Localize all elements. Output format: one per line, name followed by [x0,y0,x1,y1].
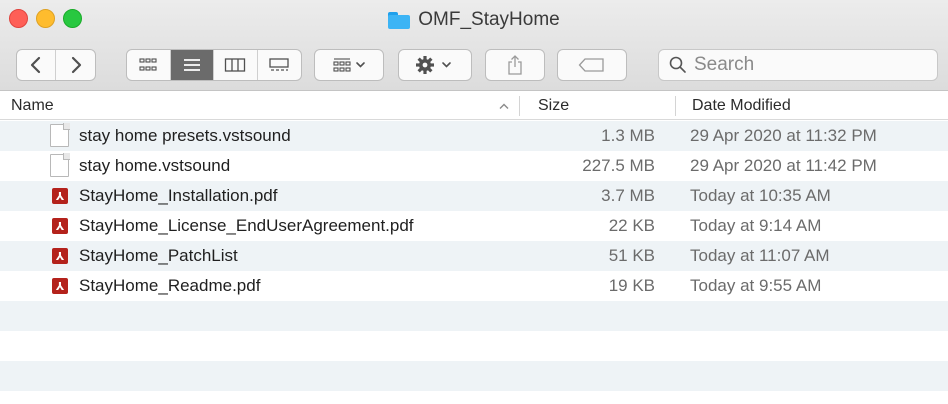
list-view-button[interactable] [170,50,214,80]
file-size: 3.7 MB [601,186,655,205]
document-icon [50,123,70,147]
search-icon [669,56,686,73]
file-size: 22 KB [608,216,655,235]
finder-window: OMF_StayHome Search Name Size Date Modif… [0,0,948,404]
size-column-label: Size [538,97,570,114]
file-row[interactable]: stay home.vstsound 227.5 MB 29 Apr 2020 … [0,151,948,181]
file-name: StayHome_Installation.pdf [79,186,278,205]
empty-row [0,331,948,361]
name-column-label: Name [11,97,54,114]
forward-button[interactable] [56,50,95,80]
name-column-header[interactable]: Name [11,92,54,120]
file-size: 1.3 MB [601,126,655,145]
pdf-icon: ⅄ [50,214,68,234]
columns-icon [225,58,246,72]
file-date: Today at 9:14 AM [690,216,822,235]
group-by-button[interactable] [314,49,384,81]
file-name: StayHome_Readme.pdf [79,276,261,295]
pdf-icon: ⅄ [50,274,68,294]
folder-icon [388,11,411,29]
gallery-icon [269,58,289,71]
group-by-icon [333,58,365,72]
grid-icon [139,58,157,71]
back-button[interactable] [17,50,57,80]
size-column-header[interactable]: Size [538,92,569,120]
pdf-icon: ⅄ [50,244,68,264]
file-row[interactable]: stay home presets.vstsound 1.3 MB 29 Apr… [0,121,948,151]
chevron-right-icon [71,56,81,74]
file-date: 29 Apr 2020 at 11:32 PM [690,126,877,145]
file-size: 51 KB [608,246,655,265]
file-name: StayHome_License_EndUserAgreement.pdf [79,216,414,235]
file-name: StayHome_PatchList [79,246,238,265]
date-column-label: Date Modified [692,97,791,114]
document-icon [50,153,70,177]
file-size: 19 KB [608,276,655,295]
file-row[interactable]: ⅄ StayHome_Installation.pdf 3.7 MB Today… [0,181,948,211]
tag-icon [578,58,604,72]
sort-chevron-icon[interactable] [498,102,510,110]
file-name: stay home presets.vstsound [79,126,291,145]
column-divider[interactable] [675,96,676,116]
gallery-view-button[interactable] [258,50,301,80]
file-name: stay home.vstsound [79,156,231,175]
empty-row [0,301,948,331]
window-title: OMF_StayHome [0,5,948,35]
file-row[interactable]: ⅄ StayHome_Readme.pdf 19 KB Today at 9:5… [0,271,948,301]
list-icon [183,59,200,71]
file-row[interactable]: ⅄ StayHome_PatchList 51 KB Today at 11:0… [0,241,948,271]
column-divider[interactable] [519,96,520,116]
search-input[interactable] [694,54,924,76]
file-size: 227.5 MB [582,156,655,175]
file-row[interactable]: ⅄ StayHome_License_EndUserAgreement.pdf … [0,211,948,241]
gear-icon [416,56,451,74]
file-list: stay home presets.vstsound 1.3 MB 29 Apr… [0,121,948,391]
share-icon [508,55,522,75]
action-button[interactable] [398,49,472,81]
file-date: Today at 9:55 AM [690,276,822,295]
column-view-button[interactable] [214,50,258,80]
file-date: Today at 11:07 AM [690,246,830,265]
view-switcher [126,49,302,81]
window-title-text: OMF_StayHome [418,9,560,30]
back-forward-control [16,49,96,81]
icon-view-button[interactable] [127,50,171,80]
share-button[interactable] [485,49,545,81]
title-toolbar-area: OMF_StayHome [0,0,948,91]
file-date: Today at 10:35 AM [690,186,831,205]
tag-button[interactable] [557,49,627,81]
file-date: 29 Apr 2020 at 11:42 PM [690,156,877,175]
search-field [658,49,938,81]
column-header-row: Name Size Date Modified [0,92,948,120]
pdf-icon: ⅄ [50,184,68,204]
date-column-header[interactable]: Date Modified [692,92,791,120]
chevron-left-icon [30,56,41,74]
empty-row [0,361,948,391]
